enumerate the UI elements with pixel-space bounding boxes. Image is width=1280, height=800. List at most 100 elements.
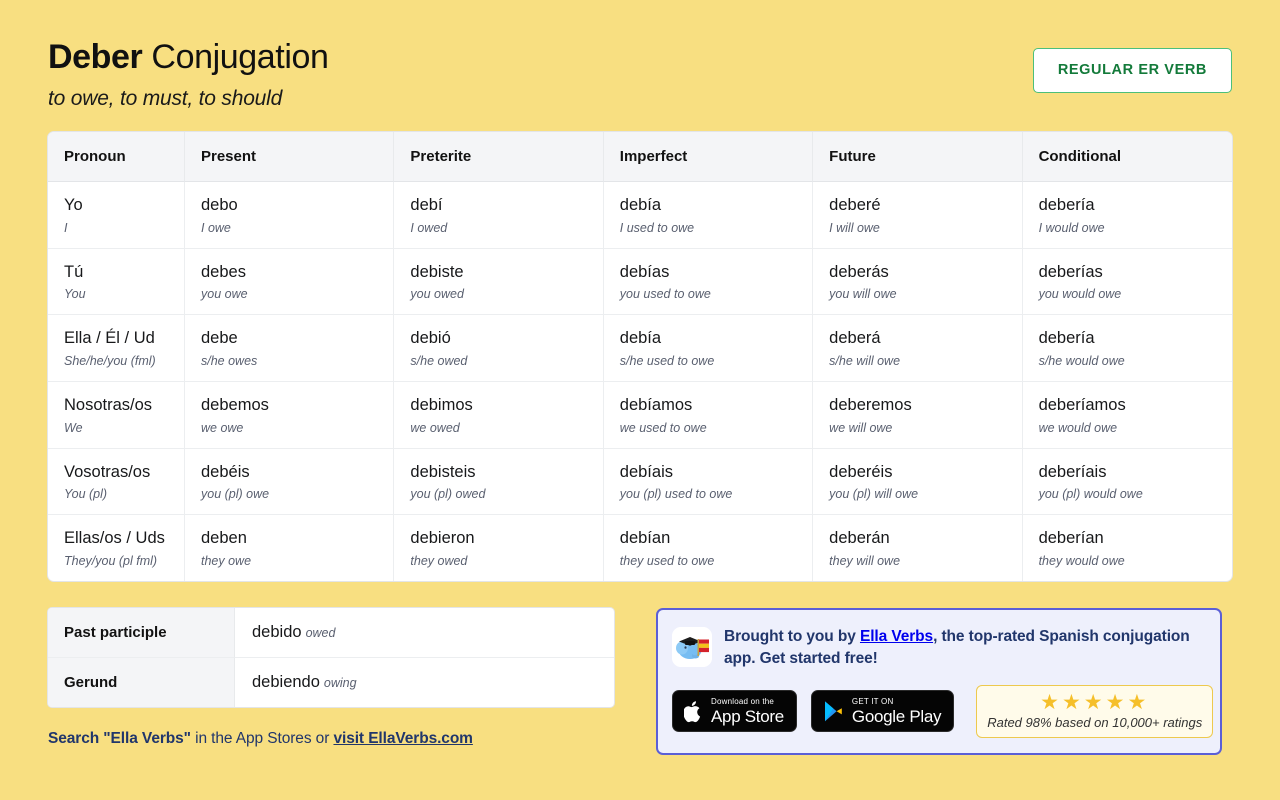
app-store-badge[interactable]: Download on the App Store (672, 690, 797, 732)
conjugation-translation: you (pl) will owe (829, 487, 1021, 502)
past-participle-label: Past participle (48, 608, 235, 658)
column-header-future: Future (813, 132, 1022, 182)
conjugation-translation: I will owe (829, 221, 1021, 236)
page-header: Deber Conjugation to owe, to must, to sh… (48, 0, 1232, 111)
cell-present: deboI owe (185, 182, 394, 249)
forms-column: Past participle debidoowed Gerund debien… (48, 608, 614, 748)
conjugation-translation: you would owe (1039, 287, 1232, 302)
conjugation-translation: I would owe (1039, 221, 1232, 236)
conjugation-text: debimos (410, 395, 602, 416)
conjugation-text: deberá (829, 328, 1021, 349)
gerund-label: Gerund (48, 658, 235, 707)
cell-preterite: debieron they owed (394, 515, 603, 581)
app-store-badge-text: Download on the App Store (711, 698, 784, 725)
conjugation-translation: s/he owed (410, 354, 602, 369)
conjugation-text: debería (1039, 328, 1232, 349)
column-header-imperfect: Imperfect (604, 132, 813, 182)
conjugation-text: debisteis (410, 462, 602, 483)
google-play-big-text: Google Play (852, 708, 941, 725)
conjugation-text: deben (201, 528, 393, 549)
pronoun-text: Vosotras/os (64, 462, 184, 483)
pronoun-translation: We (64, 421, 184, 436)
cell-preterite: debiste you owed (394, 249, 603, 316)
app-store-small-text: Download on the (711, 698, 784, 706)
conjugation-text: deberemos (829, 395, 1021, 416)
cell-preterite: debisteis you (pl) owed (394, 449, 603, 516)
cell-conditional: deberíaisyou (pl) would owe (1023, 449, 1232, 516)
promo-message: Brought to you by Ella Verbs, the top-ra… (724, 625, 1204, 670)
pronoun-translation: You (64, 287, 184, 302)
nonfinite-forms-table: Past participle debidoowed Gerund debien… (48, 608, 614, 707)
conjugation-page: Deber Conjugation to owe, to must, to sh… (0, 0, 1280, 800)
conjugation-translation: they owed (410, 554, 602, 569)
bottom-section: Past participle debidoowed Gerund debien… (48, 608, 1232, 755)
conjugation-translation: you (pl) owed (410, 487, 602, 502)
cell-pronoun: Nosotras/osWe (48, 382, 185, 449)
conjugation-translation: they would owe (1039, 554, 1232, 569)
rating-box: ★★★★★ Rated 98% based on 10,000+ ratings (976, 685, 1213, 738)
conjugation-translation: you (pl) would owe (1039, 487, 1232, 502)
conjugation-translation: we owe (201, 421, 393, 436)
conjugation-text: deberían (1039, 528, 1232, 549)
cell-pronoun: Ellas/os / Uds They/you (pl fml) (48, 515, 185, 581)
cell-conditional: deberíasyou would owe (1023, 249, 1232, 316)
pronoun-translation: They/you (pl fml) (64, 554, 184, 569)
cell-pronoun: Ella / Él / Ud She/he/you (fml) (48, 315, 185, 382)
conjugation-translation: you (pl) used to owe (620, 487, 812, 502)
ella-verbs-app-icon (672, 627, 712, 667)
gerund-value: debiendo (252, 673, 320, 691)
pronoun-translation: I (64, 221, 184, 236)
conjugation-text: deberíamos (1039, 395, 1232, 416)
cell-pronoun: Tú You (48, 249, 185, 316)
cell-conditional: deberíamoswe would owe (1023, 382, 1232, 449)
cell-imperfect: debíaI used to owe (604, 182, 813, 249)
conjugation-text: debes (201, 262, 393, 283)
cell-conditional: deberían they would owe (1023, 515, 1232, 581)
cell-present: debesyou owe (185, 249, 394, 316)
gerund-translation: owing (324, 676, 357, 690)
conjugation-translation: s/he would owe (1039, 354, 1232, 369)
conjugation-translation: you will owe (829, 287, 1021, 302)
table-row: Vosotras/osYou (pl) debéisyou (pl) owe d… (48, 449, 1232, 516)
conjugation-text: deberéis (829, 462, 1021, 483)
conjugation-translation: s/he owes (201, 354, 393, 369)
conjugation-translation: you owed (410, 287, 602, 302)
verb-translation-subtitle: to owe, to must, to should (48, 87, 329, 111)
cell-future: deberéI will owe (813, 182, 1022, 249)
conjugation-translation: I owe (201, 221, 393, 236)
cell-preterite: debíI owed (394, 182, 603, 249)
cell-pronoun: Vosotras/osYou (pl) (48, 449, 185, 516)
column-header-preterite: Preterite (394, 132, 603, 182)
google-play-badge[interactable]: GET IT ON Google Play (811, 690, 954, 732)
pronoun-text: Ella / Él / Ud (64, 328, 184, 349)
table-row: Tú You debesyou owe debiste you owed debía… (48, 249, 1232, 316)
ella-verbs-link[interactable]: Ella Verbs (860, 628, 933, 645)
google-play-small-text: GET IT ON (852, 698, 941, 706)
google-play-icon (823, 700, 844, 723)
conjugation-text: debiste (410, 262, 602, 283)
conjugation-translation: I owed (410, 221, 602, 236)
conjugation-text: debía (620, 328, 812, 349)
search-prompt-bold: Search "Ella Verbs" (48, 730, 191, 747)
cell-future: deberásyou will owe (813, 249, 1022, 316)
search-prompt: Search "Ella Verbs" in the App Stores or… (48, 730, 614, 748)
conjugation-translation: s/he will owe (829, 354, 1021, 369)
conjugation-text: debieron (410, 528, 602, 549)
conjugation-text: debió (410, 328, 602, 349)
past-participle-cell: debidoowed (235, 608, 614, 658)
pronoun-translation: She/he/you (fml) (64, 354, 184, 369)
pronoun-text: Ellas/os / Uds (64, 528, 184, 549)
conjugation-text: debía (620, 195, 812, 216)
pronoun-text: Yo (64, 195, 184, 216)
cell-imperfect: debíamoswe used to owe (604, 382, 813, 449)
cell-imperfect: debíasyou used to owe (604, 249, 813, 316)
verb-type-badge: REGULAR ER VERB (1033, 48, 1232, 93)
pronoun-text: Tú (64, 262, 184, 283)
gerund-cell: debiendo owing (235, 658, 614, 707)
conjugation-text: debéis (201, 462, 393, 483)
cell-present: debemos we owe (185, 382, 394, 449)
cell-future: deberemoswe will owe (813, 382, 1022, 449)
ellaverbs-website-link[interactable]: visit EllaVerbs.com (333, 730, 472, 747)
conjugation-text: debemos (201, 395, 393, 416)
conjugation-text: debíais (620, 462, 812, 483)
